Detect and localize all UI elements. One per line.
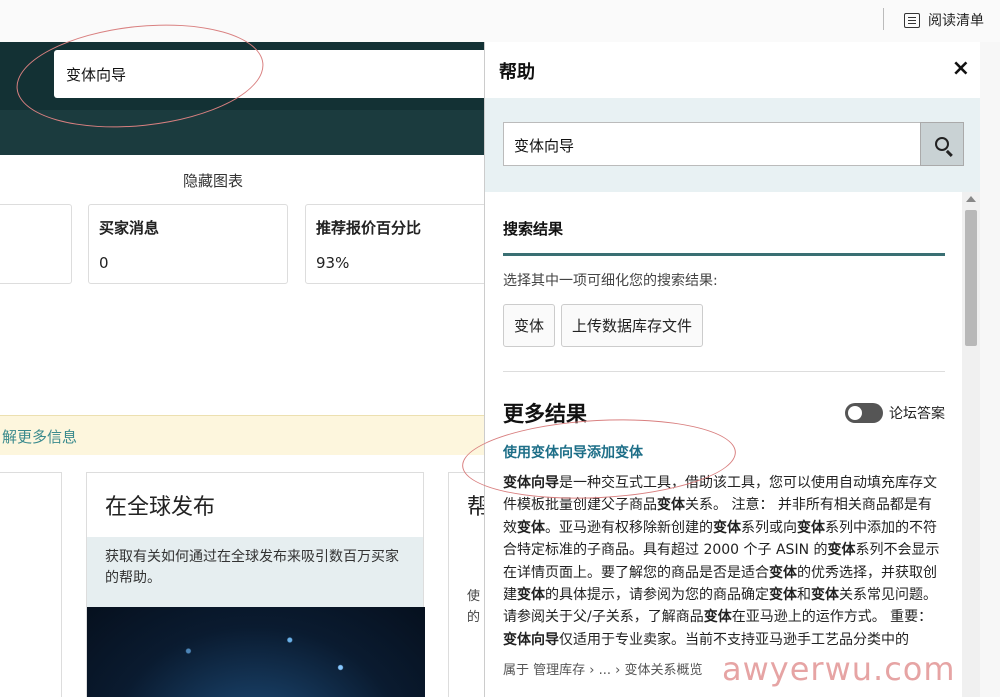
help-search-button[interactable]	[920, 122, 964, 166]
divider	[503, 371, 945, 372]
close-icon[interactable]: ×	[952, 56, 970, 81]
learn-more-link[interactable]: 解更多信息	[0, 415, 484, 455]
feature-title: 在全球发布	[105, 495, 216, 520]
metric-card-featured-offer[interactable]: 推荐报价百分比 93%	[305, 204, 484, 284]
metric-value: 93%	[316, 254, 350, 272]
world-map-image	[87, 607, 425, 697]
feature-card	[0, 472, 62, 697]
help-search-input[interactable]: 变体向导	[503, 122, 921, 166]
help-search-area: 变体向导	[485, 98, 980, 192]
result-link[interactable]: 使用变体向导添加变体	[503, 442, 945, 462]
feature-text: 使 的	[467, 589, 481, 625]
header-search-input[interactable]: 变体向导	[54, 50, 484, 98]
search-icon	[935, 137, 949, 151]
forum-answers-toggle[interactable]	[845, 403, 883, 423]
metric-card	[0, 204, 72, 284]
toggle-label: 论坛答案	[889, 406, 945, 422]
scroll-thumb[interactable]	[965, 210, 977, 346]
reading-list-label: 阅读清单	[928, 13, 984, 29]
help-panel: 帮助 × 变体向导 搜索结果 选择其中一项可细化您的搜索结果: 变体 上传数据库…	[484, 42, 980, 697]
help-scrollbar[interactable]	[962, 192, 980, 697]
help-body: 搜索结果 选择其中一项可细化您的搜索结果: 变体 上传数据库存文件 更多结果 论…	[485, 192, 963, 697]
page-header: 变体向导	[0, 42, 484, 155]
metric-value: 0	[99, 254, 109, 272]
top-strip: 阅读清单	[0, 0, 1000, 42]
reading-list-button[interactable]: 阅读清单	[904, 10, 984, 30]
chip-upload-inventory[interactable]: 上传数据库存文件	[561, 304, 704, 347]
seller-central-page: 变体向导 隐藏图表 买家消息 0 推荐报价百分比 93% 解更多信息 在全球发布…	[0, 42, 484, 697]
refine-hint: 选择其中一项可细化您的搜索结果:	[503, 273, 718, 289]
right-gutter	[980, 42, 1000, 697]
scroll-up-icon[interactable]	[966, 196, 976, 202]
watermark: awyerwu.com	[722, 650, 956, 688]
more-results-title: 更多结果	[503, 402, 587, 426]
feature-title: 帮	[467, 495, 484, 520]
hide-chart-link[interactable]: 隐藏图表	[183, 170, 243, 191]
reading-list-icon	[904, 12, 920, 28]
result-snippet: 变体向导是一种交互式工具，借助该工具，您可以使用自动填充库存文件模板批量创建父子…	[503, 475, 940, 648]
help-title: 帮助	[499, 62, 535, 83]
metric-card-buyer-messages[interactable]: 买家消息 0	[88, 204, 288, 284]
toolbar-divider	[883, 8, 884, 30]
refine-chips: 变体 上传数据库存文件	[503, 304, 945, 347]
feature-card-help[interactable]: 帮 使 的	[448, 472, 484, 697]
metric-title: 推荐报价百分比	[316, 219, 422, 237]
search-results-title: 搜索结果	[503, 218, 945, 256]
feature-description: 获取有关如何通过在全球发布来吸引数百万买家的帮助。	[87, 537, 423, 611]
help-header: 帮助 ×	[485, 42, 980, 98]
more-results-row: 更多结果 论坛答案	[503, 398, 945, 428]
chip-variation[interactable]: 变体	[503, 304, 556, 347]
feature-card-global-selling[interactable]: 在全球发布 获取有关如何通过在全球发布来吸引数百万买家的帮助。	[86, 472, 425, 697]
forum-answers-toggle-wrap: 论坛答案	[845, 403, 945, 423]
metric-title: 买家消息	[99, 219, 160, 237]
